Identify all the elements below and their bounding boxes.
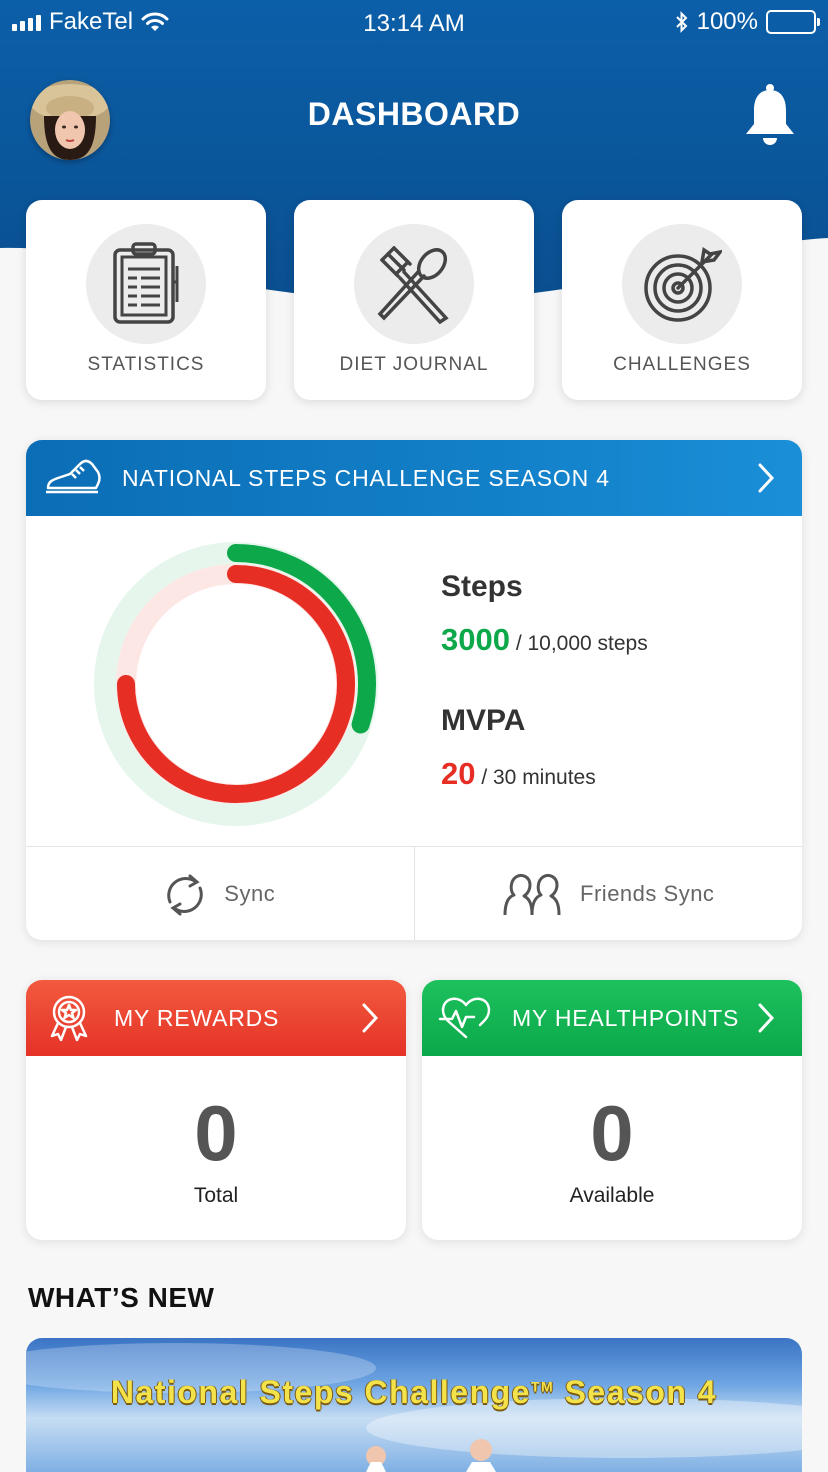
heart-pulse-icon: [438, 997, 491, 1039]
challenge-title: NATIONAL STEPS CHALLENGE SEASON 4: [122, 464, 610, 491]
mvpa-value: 20: [441, 756, 476, 791]
banner-title: National Steps ChallengeTM Season 4: [110, 1374, 718, 1410]
rewards-card[interactable]: MY REWARDS 0 Total: [26, 980, 406, 1240]
steps-label: Steps: [441, 570, 523, 603]
whats-new-banner[interactable]: National Steps ChallengeTM Season 4: [26, 1338, 802, 1472]
whats-new-heading: WHAT’S NEW: [28, 1282, 215, 1313]
tile-label: DIET JOURNAL: [339, 354, 489, 375]
challenge-header[interactable]: NATIONAL STEPS CHALLENGE SEASON 4: [26, 440, 802, 516]
rewards-caption: Total: [193, 1184, 239, 1207]
bluetooth-icon: [675, 11, 688, 33]
friends-icon: [503, 873, 561, 915]
chevron-right-icon: [758, 1003, 775, 1033]
fork-spoon-icon: [377, 246, 449, 324]
sync-label: Sync: [224, 880, 276, 906]
chevron-right-icon: [362, 1003, 379, 1033]
clipboard-icon: [113, 242, 179, 324]
mvpa-readout: 20 / 30 minutes: [441, 756, 596, 792]
healthpoints-header[interactable]: MY HEALTHPOINTS: [422, 980, 802, 1056]
shoe-icon: [46, 459, 101, 494]
steps-goal: / 10,000 steps: [515, 632, 648, 655]
battery-percent: 100%: [696, 8, 758, 35]
healthpoints-value: 0: [590, 1089, 634, 1177]
rewards-value: 0: [194, 1089, 238, 1177]
healthpoints-card[interactable]: MY HEALTHPOINTS 0 Available: [422, 980, 802, 1240]
bell-icon[interactable]: [742, 82, 798, 146]
steps-readout: 3000 / 10,000 steps: [441, 622, 648, 658]
battery-icon: [766, 10, 820, 34]
tile-statistics[interactable]: STATISTICS: [26, 200, 266, 400]
tile-label: CHALLENGES: [613, 354, 751, 375]
progress-ring: [94, 542, 378, 826]
tile-diet-journal[interactable]: DIET JOURNAL: [294, 200, 534, 400]
chevron-right-icon: [758, 463, 775, 493]
rewards-header[interactable]: MY REWARDS: [26, 980, 406, 1056]
mvpa-goal: / 30 minutes: [481, 766, 596, 789]
sync-button[interactable]: Sync: [26, 847, 414, 940]
sync-icon: [167, 874, 204, 915]
steps-challenge-card: NATIONAL STEPS CHALLENGE SEASON 4 Steps …: [26, 440, 802, 940]
status-bar: FakeTel 13:14 AM 100%: [0, 0, 828, 44]
page-title: DASHBOARD: [307, 96, 521, 132]
mvpa-label: MVPA: [441, 704, 526, 737]
friends-sync-label: Friends Sync: [580, 880, 715, 906]
target-icon: [644, 247, 722, 322]
rewards-title: MY REWARDS: [114, 1004, 280, 1031]
sync-row: Sync Friends Sync: [26, 846, 802, 940]
tile-label: STATISTICS: [87, 354, 205, 375]
healthpoints-title: MY HEALTHPOINTS: [512, 1004, 740, 1031]
award-ribbon-icon: [50, 995, 88, 1042]
friends-sync-button[interactable]: Friends Sync: [413, 847, 803, 940]
tile-challenges[interactable]: CHALLENGES: [562, 200, 802, 400]
healthpoints-caption: Available: [569, 1184, 655, 1207]
steps-value: 3000: [441, 622, 510, 657]
